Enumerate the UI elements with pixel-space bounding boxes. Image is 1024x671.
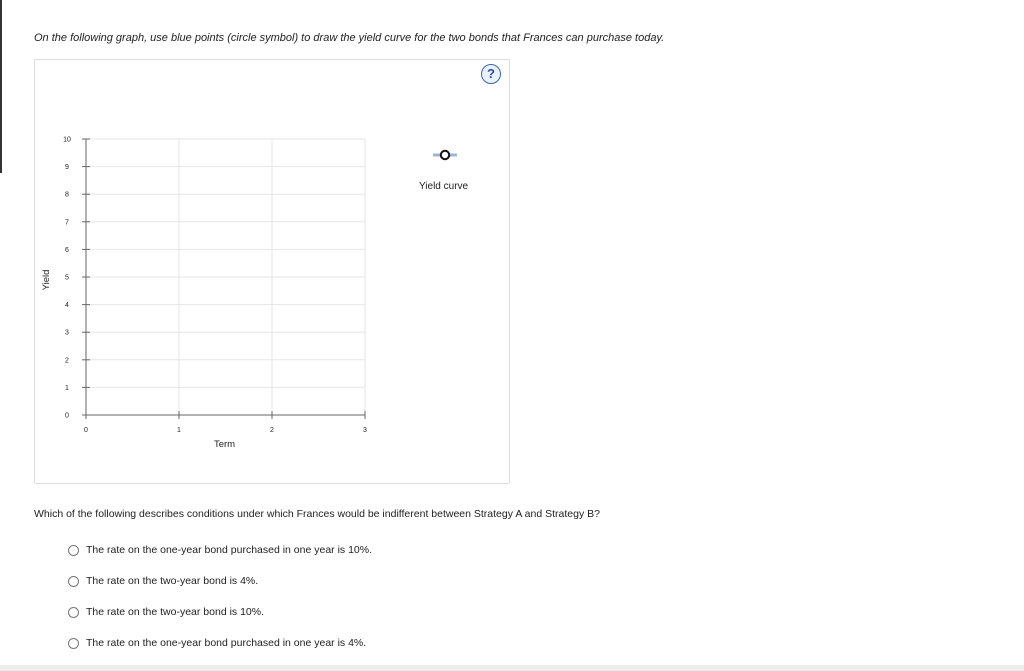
x-tick-label: 0 bbox=[84, 427, 88, 434]
y-tick-label: 1 bbox=[65, 385, 69, 392]
option-label: The rate on the one-year bond purchased … bbox=[86, 544, 373, 556]
legend-label: Yield curve bbox=[419, 181, 469, 192]
y-tick-label: 0 bbox=[65, 413, 69, 420]
radio-button[interactable] bbox=[68, 544, 79, 556]
x-tick-label: 3 bbox=[363, 427, 367, 434]
option-2[interactable]: The rate on the two-year bond is 4%. bbox=[68, 574, 258, 588]
radio-button[interactable] bbox=[68, 637, 79, 649]
y-tick-label: 7 bbox=[65, 219, 69, 226]
y-tick-label: 8 bbox=[65, 192, 69, 199]
option-3[interactable]: The rate on the two-year bond is 10%. bbox=[68, 605, 264, 619]
question-text: Which of the following describes conditi… bbox=[34, 508, 600, 520]
y-tick-label: 6 bbox=[65, 247, 69, 254]
yield-chart[interactable]: 0 1 2 3 0 1 2 3 4 5 6 7 8 9 10 Term Yield bbox=[0, 0, 520, 470]
x-tick-label: 2 bbox=[270, 427, 274, 434]
y-tick-label: 5 bbox=[65, 275, 69, 282]
option-1[interactable]: The rate on the one-year bond purchased … bbox=[68, 543, 372, 557]
radio-button[interactable] bbox=[68, 606, 79, 618]
option-4[interactable]: The rate on the one-year bond purchased … bbox=[68, 636, 366, 650]
circle-point-tool-icon[interactable] bbox=[432, 148, 458, 162]
radio-button[interactable] bbox=[68, 575, 79, 587]
y-tick-label: 9 bbox=[65, 164, 69, 171]
y-tick-label: 4 bbox=[65, 302, 69, 309]
option-label: The rate on the two-year bond is 10%. bbox=[86, 606, 265, 618]
bottom-bar bbox=[0, 665, 1024, 671]
y-axis-label: Yield bbox=[41, 270, 52, 291]
x-tick-label: 1 bbox=[177, 427, 181, 434]
y-tick-label: 3 bbox=[65, 330, 69, 337]
x-axis-label: Term bbox=[214, 439, 235, 450]
y-tick-label: 10 bbox=[63, 137, 71, 144]
option-label: The rate on the one-year bond purchased … bbox=[86, 637, 367, 649]
y-tick-label: 2 bbox=[65, 357, 69, 364]
option-label: The rate on the two-year bond is 4%. bbox=[86, 575, 259, 587]
